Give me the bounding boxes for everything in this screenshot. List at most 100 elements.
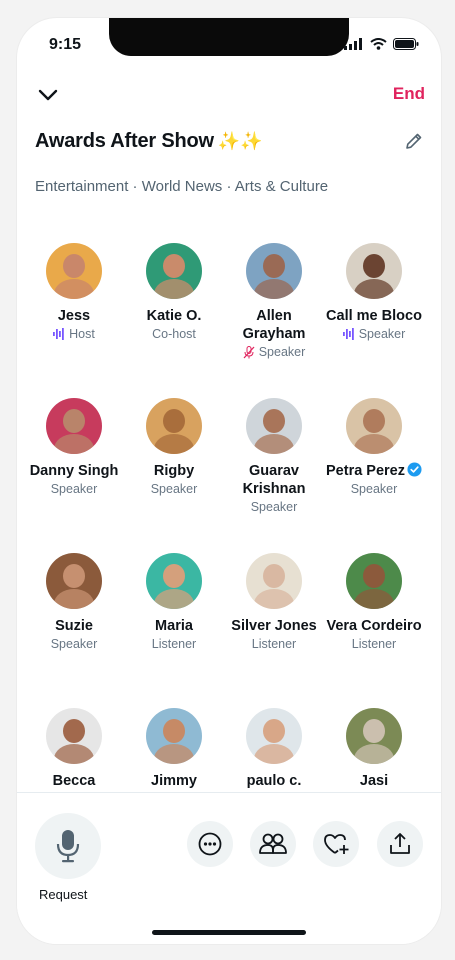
participant-name-text: Suzie (55, 618, 93, 634)
participant-name-text: Allen Grayham (242, 308, 306, 342)
participant-name: paulo c. (224, 772, 324, 790)
avatar (246, 553, 302, 609)
avatar (46, 708, 102, 764)
participant-name: Maria (124, 617, 224, 635)
avatar (246, 398, 302, 454)
end-button[interactable]: End (393, 84, 425, 104)
participant-role-text: Listener (151, 637, 197, 651)
avatar (46, 553, 102, 609)
participant-name: Jess (29, 307, 124, 325)
participant-name: Call me Bloco (324, 307, 424, 325)
request-label: Request (39, 887, 88, 902)
people-icon (259, 833, 287, 854)
participant-name: Vera Cordeiro (324, 617, 424, 635)
signal-icon (344, 38, 362, 50)
participant-role-text: Speaker (258, 345, 306, 359)
participant-name-text: Call me Bloco (326, 308, 422, 324)
chevron-down-icon[interactable] (35, 82, 61, 108)
people-button[interactable] (250, 821, 296, 867)
participant-name-text: Vera Cordeiro (326, 618, 422, 634)
participant-role-text: Speaker (50, 637, 98, 651)
participant-role-text: Host (69, 327, 95, 341)
avatar (46, 243, 102, 299)
participant-name: Silver Jones (224, 617, 324, 635)
participant-role-text: Speaker (358, 327, 406, 341)
participant-role-text: Speaker (250, 500, 298, 514)
participant[interactable]: Maria Listener (124, 553, 224, 653)
participant-name: Danny Singh (29, 462, 124, 480)
participant-role-text: Speaker (50, 482, 98, 496)
participants-grid: Jess Host Katie O. Co-host Allen Grayham Spea… (29, 243, 429, 793)
participant[interactable]: Jimmy (124, 708, 224, 790)
avatar (346, 708, 402, 764)
space-topics[interactable]: Entertainment · World News · Arts & Cult… (35, 178, 328, 195)
participant-role: Host (29, 325, 124, 343)
share-button[interactable] (377, 821, 423, 867)
sound-wave-icon (53, 328, 64, 340)
participant-role: Speaker (324, 325, 424, 343)
share-icon (390, 833, 410, 854)
participant-name-text: Maria (155, 618, 193, 634)
participant-name: Allen Grayham (224, 307, 324, 343)
participant[interactable]: Call me Bloco Speaker (324, 243, 424, 343)
heart-plus-icon (324, 834, 349, 854)
participant-role: Speaker (29, 480, 124, 498)
participant-role: Speaker (324, 480, 424, 498)
participant-name-text: Katie O. (146, 308, 202, 324)
participant[interactable]: Suzie Speaker (29, 553, 124, 653)
participant[interactable]: Allen Grayham Speaker (224, 243, 324, 361)
mic-muted-icon (243, 345, 255, 358)
space-title: Awards After Show (35, 130, 214, 152)
participant[interactable]: Guarav Krishnan Speaker (224, 398, 324, 516)
avatar (246, 708, 302, 764)
sound-wave-icon (342, 328, 354, 340)
participant-role: Listener (324, 635, 424, 653)
pencil-icon[interactable] (403, 130, 425, 152)
sparkles-emoji: ✨✨ (217, 131, 263, 151)
avatar (246, 243, 302, 299)
participant-role: Listener (124, 635, 224, 653)
participant[interactable]: Silver Jones Listener (224, 553, 324, 653)
participant-role: Speaker (124, 480, 224, 498)
wifi-icon (370, 38, 387, 50)
avatar (146, 708, 202, 764)
participant-role: Speaker (224, 343, 324, 361)
request-mic-button[interactable] (35, 813, 101, 879)
participant-name: Rigby (124, 462, 224, 480)
participant[interactable]: Rigby Speaker (124, 398, 224, 498)
participant-name-text: Silver Jones (231, 618, 317, 634)
participant-name: Katie O. (124, 307, 224, 325)
participant[interactable]: Becca (29, 708, 124, 790)
react-button[interactable] (313, 821, 359, 867)
participant[interactable]: Jasi (324, 708, 424, 790)
participant-name-text: Jasi (359, 773, 389, 789)
participant[interactable]: Danny Singh Speaker (29, 398, 124, 498)
participant[interactable]: Jess Host (29, 243, 124, 343)
participant[interactable]: paulo c. (224, 708, 324, 790)
avatar (346, 243, 402, 299)
participant-role: Speaker (29, 635, 124, 653)
participant-role-text: Co-host (152, 327, 196, 341)
phone-screen: 9:15 End Awards After Show ✨✨ Entertainm… (17, 18, 441, 944)
participant-name-text: Jess (57, 308, 91, 324)
participant-role: Speaker (224, 498, 324, 516)
participant-role: Co-host (124, 325, 224, 343)
participant-name: Jimmy (124, 772, 224, 790)
participant-name-text: Guarav Krishnan (242, 463, 306, 497)
more-button[interactable] (187, 821, 233, 867)
participant-role-text: Listener (251, 637, 297, 651)
verified-badge-icon (407, 462, 422, 477)
participant[interactable]: Katie O. Co-host (124, 243, 224, 343)
participant[interactable]: Petra Perez Speaker (324, 398, 424, 498)
participant-name-text: Rigby (153, 463, 195, 479)
more-icon (198, 832, 222, 856)
participant-role: Listener (224, 635, 324, 653)
participant-name-text: Becca (52, 773, 96, 789)
participant[interactable]: Vera Cordeiro Listener (324, 553, 424, 653)
home-indicator (152, 930, 306, 935)
top-bar: End (17, 78, 441, 114)
participant-name-text: Jimmy (151, 773, 197, 789)
battery-icon (393, 38, 419, 50)
avatar (346, 398, 402, 454)
status-time: 9:15 (49, 36, 82, 53)
